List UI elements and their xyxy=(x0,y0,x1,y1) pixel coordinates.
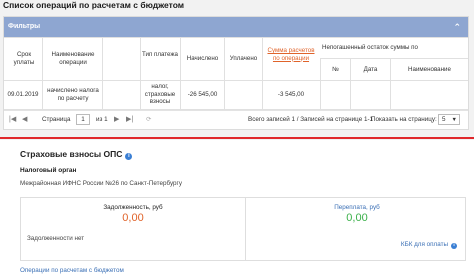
tax-authority-label: Налоговый орган xyxy=(20,167,77,174)
header-num[interactable]: № xyxy=(321,66,350,74)
section-divider xyxy=(0,137,474,139)
chevron-down-icon: ▼ xyxy=(451,117,457,123)
info-icon[interactable]: i xyxy=(125,153,133,160)
col-divider xyxy=(102,37,103,109)
chevron-up-icon[interactable]: ⌃ xyxy=(453,17,461,37)
header-unpaid-balance: Непогашенный остаток суммы по xyxy=(322,44,418,51)
header-paid[interactable]: Уплачено xyxy=(225,55,262,63)
balance-box: Задолженность, руб 0,00 Переплата, руб 0… xyxy=(20,197,466,261)
kbk-payment-link[interactable]: КБК для оплаты i xyxy=(401,241,457,249)
header-charged[interactable]: Начислено xyxy=(181,55,224,63)
info-icon[interactable]: i xyxy=(451,243,457,249)
header-date[interactable]: Дата xyxy=(351,66,390,74)
refresh-icon[interactable]: ⟳ xyxy=(146,116,151,123)
ops-contributions-card: Страховые взносы ОПС i Налоговый орган Ме… xyxy=(0,140,474,280)
header-payment-type[interactable]: Тип платежа xyxy=(141,51,179,59)
header-name[interactable]: Наименование xyxy=(391,66,468,74)
last-page-icon[interactable]: ▶| xyxy=(126,115,133,123)
cell-charged: -26 545,00 xyxy=(187,91,218,98)
col-divider xyxy=(224,37,225,109)
cell-operation-name: начислено налога по расчету xyxy=(47,87,99,102)
budget-operations-link[interactable]: Операции по расчетам с бюджетом xyxy=(20,267,124,274)
page-number-input[interactable]: 1 xyxy=(76,114,90,125)
header-operation-name[interactable]: Наименование операции xyxy=(44,51,102,66)
filter-bar-label: Фильтры xyxy=(8,23,41,30)
debt-value: 0,00 xyxy=(122,212,144,224)
first-page-icon[interactable]: |◀ xyxy=(9,115,16,123)
cell-payment-type: налог, страховые взносы xyxy=(144,83,176,105)
cell-due-date: 09.01.2019 xyxy=(7,91,39,98)
table-rule xyxy=(4,37,468,38)
per-page-value: 5 xyxy=(442,116,446,123)
table-rule xyxy=(320,58,468,59)
ops-title-text: Страховые взносы ОПС xyxy=(20,149,123,159)
operations-panel: Фильтры ⌃ Срок уплаты Наименование опера… xyxy=(3,16,469,130)
debt-label: Задолженность, руб xyxy=(103,204,163,211)
page-title: Список операций по расчетам с бюджетом xyxy=(3,0,185,10)
header-due-date[interactable]: Срок уплаты xyxy=(6,51,42,66)
per-page-select[interactable]: 5 ▼ xyxy=(438,114,460,125)
overpay-value: 0,00 xyxy=(346,212,368,224)
records-summary: Всего записей 1 / Записей на странице 1-… xyxy=(248,116,374,123)
col-divider xyxy=(42,37,43,109)
tax-authority-name: Межрайонная ИФНС России №26 по Санкт-Пет… xyxy=(20,180,182,187)
prev-page-icon[interactable]: ◀ xyxy=(22,115,27,123)
col-divider xyxy=(262,37,263,109)
next-page-icon[interactable]: ▶ xyxy=(114,115,119,123)
filter-bar[interactable]: Фильтры ⌃ xyxy=(4,17,468,37)
kbk-link-text: КБК для оплаты xyxy=(400,241,448,248)
overpay-label: Переплата, руб xyxy=(334,204,380,211)
no-debt-text: Задолженности нет xyxy=(27,235,85,242)
header-sum-by-operation-link[interactable]: Сумма расчетов по операции xyxy=(264,47,318,62)
per-page-label: Показать на страницу: xyxy=(371,116,437,123)
ops-section-title: Страховые взносы ОПС i xyxy=(20,149,133,160)
page-of-label: из 1 xyxy=(96,116,108,123)
cell-sum-by-operation: -3 545,00 xyxy=(277,91,305,98)
pagination-bar: |◀ ◀ Страница 1 из 1 ▶ ▶| ⟳ Всего записе… xyxy=(4,110,468,128)
table-rule xyxy=(4,80,468,81)
page-label: Страница xyxy=(42,116,71,123)
